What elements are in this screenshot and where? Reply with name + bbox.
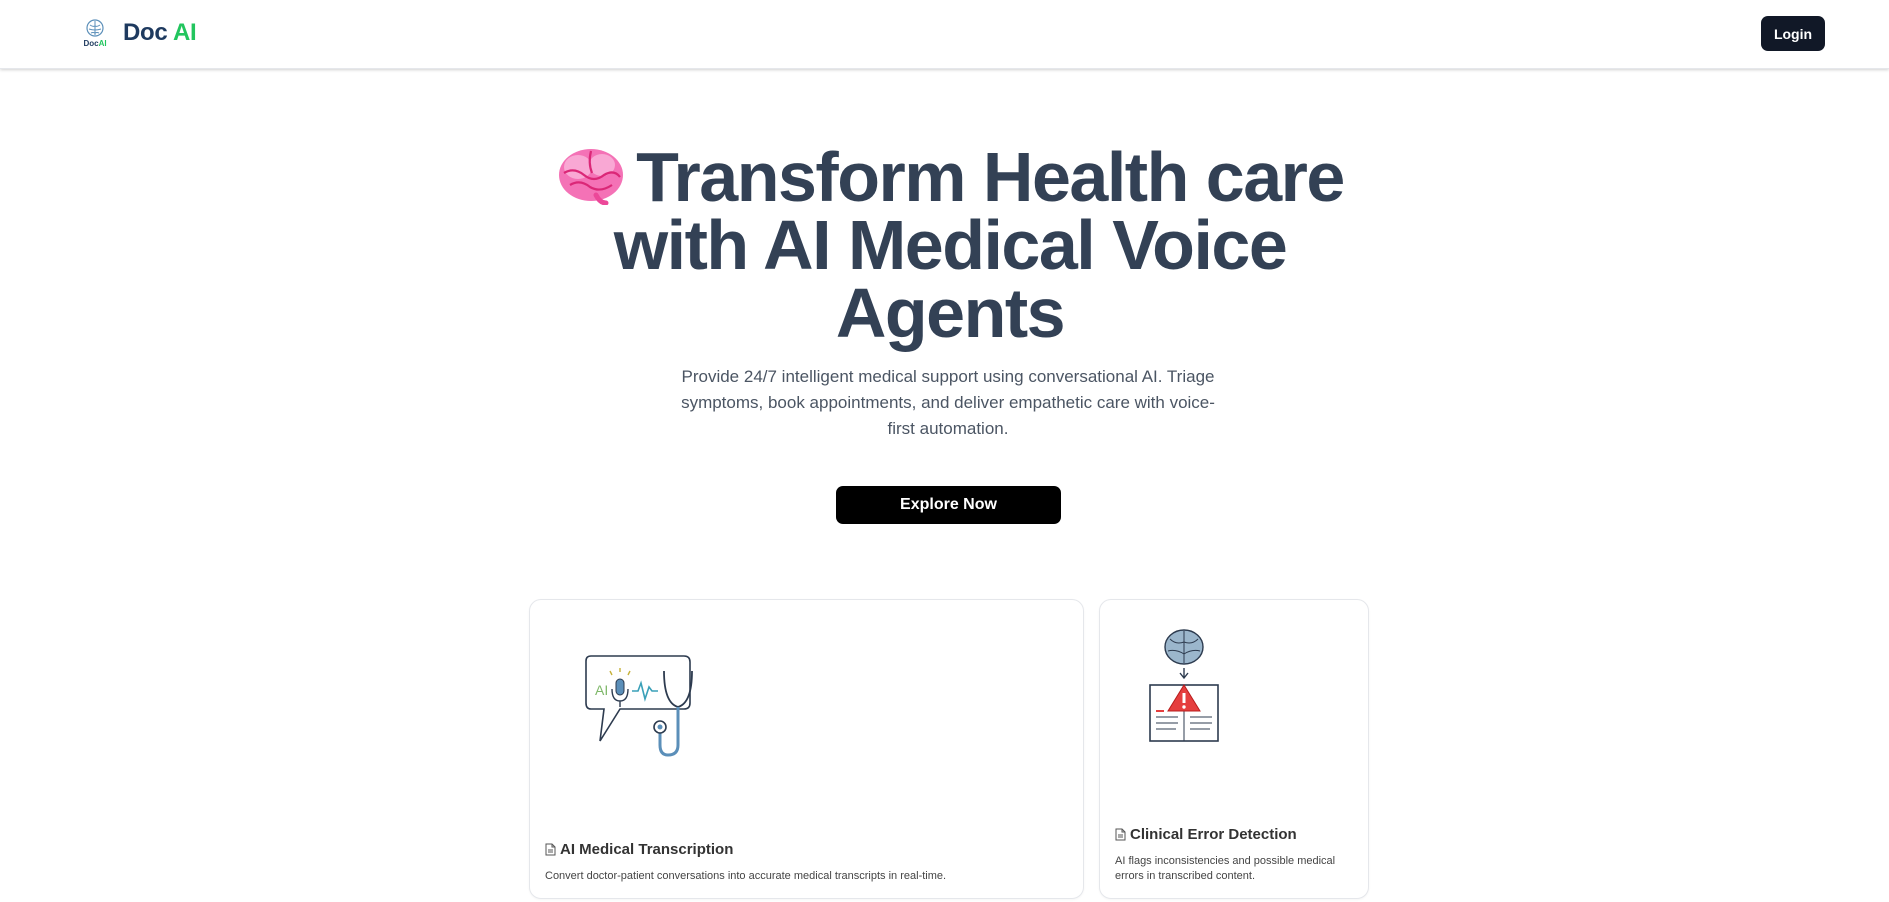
feature-description: Convert doctor-patient conversations int… xyxy=(545,870,947,882)
brain-document-warning-illustration xyxy=(1149,629,1219,742)
brand-name[interactable]: Doc AI xyxy=(123,19,197,47)
hero-subtitle: Provide 24/7 intelligent medical support… xyxy=(681,367,1215,438)
feature-title: Clinical Error Detection xyxy=(1115,826,1297,843)
top-navbar: DocAI Doc AI Login xyxy=(0,0,1889,69)
explore-now-button[interactable]: Explore Now xyxy=(836,486,1061,524)
brain-emoji-icon xyxy=(559,149,624,205)
feature-description: AI flags inconsistencies and possible me… xyxy=(1115,855,1336,882)
hero-title: Transform Health care with AI Medical Vo… xyxy=(540,142,1360,348)
document-icon xyxy=(545,843,556,856)
logo[interactable]: DocAI xyxy=(80,18,110,52)
document-icon xyxy=(1115,828,1126,841)
speech-bubble-stethoscope-illustration: AI xyxy=(585,655,693,757)
feature-title: AI Medical Transcription xyxy=(545,841,733,858)
illustration-ai-text: AI xyxy=(595,682,608,698)
feature-card-transcription[interactable]: AI AI Medical Transcription Convert doct… xyxy=(529,599,1084,899)
brain-logo-icon xyxy=(86,19,104,37)
login-button[interactable]: Login xyxy=(1761,16,1825,51)
feature-card-error-detection[interactable]: Clinical Error Detection AI flags incons… xyxy=(1099,599,1369,899)
logo-mark-text: DocAI xyxy=(83,39,107,48)
